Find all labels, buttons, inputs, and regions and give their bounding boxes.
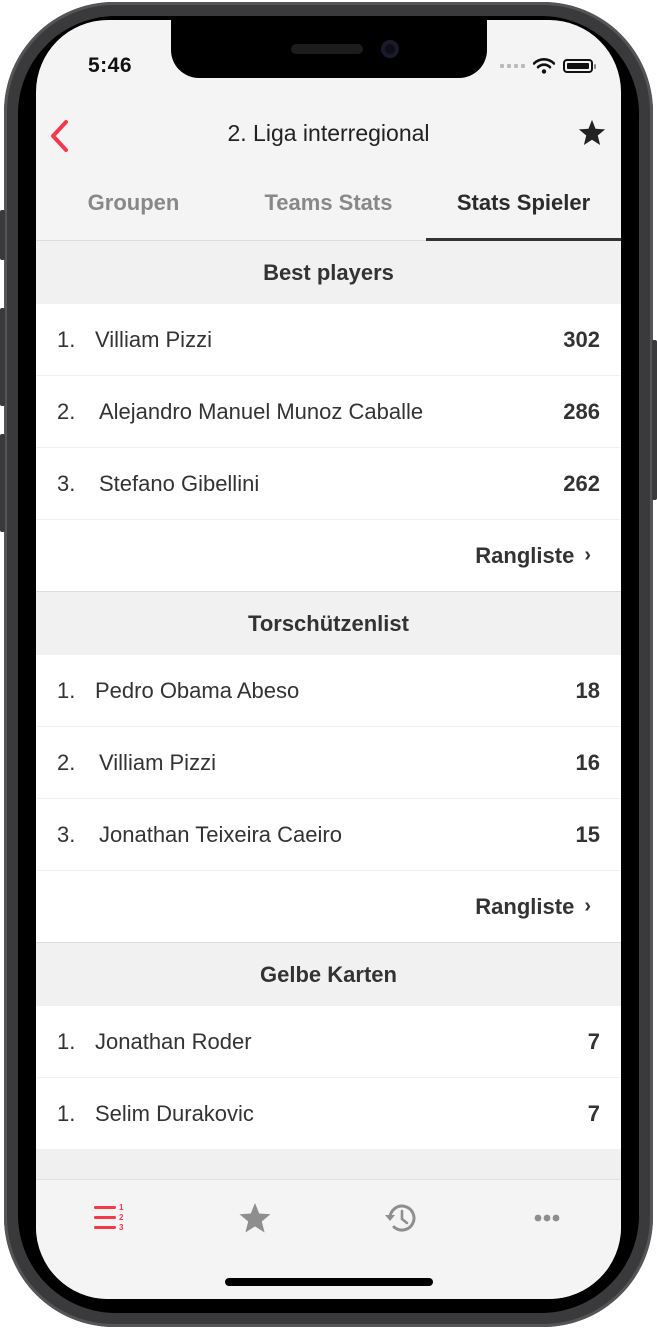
mute-switch bbox=[0, 210, 5, 260]
status-time: 5:46 bbox=[88, 54, 133, 77]
speaker bbox=[291, 44, 363, 54]
wifi-icon bbox=[533, 58, 555, 74]
svg-text:1: 1 bbox=[119, 1203, 124, 1212]
player-name: Villiam Pizzi bbox=[99, 749, 216, 775]
stats-list[interactable]: Best players 1. Villiam Pizzi 302 2. Ale… bbox=[36, 241, 621, 1179]
player-name: Selim Durakovic bbox=[95, 1100, 254, 1126]
rank: 3. bbox=[57, 470, 76, 496]
camera bbox=[381, 40, 399, 58]
navigation-bar: 2. Liga interregional bbox=[36, 100, 621, 172]
notch bbox=[171, 20, 487, 78]
list-item[interactable]: 3. Stefano Gibellini 262 bbox=[36, 448, 621, 520]
chevron-right-icon: › bbox=[584, 895, 591, 917]
list-item[interactable]: 1. Villiam Pizzi 302 bbox=[36, 304, 621, 376]
tab-teams-stats[interactable]: Teams Stats bbox=[231, 190, 426, 216]
svg-text:3: 3 bbox=[119, 1223, 124, 1232]
screen: 5:46 2. Liga interregional Groupen Teams… bbox=[36, 20, 621, 1299]
player-name: Jonathan Teixeira Caeiro bbox=[99, 821, 342, 847]
battery-icon bbox=[563, 59, 596, 73]
history-icon[interactable] bbox=[381, 1198, 421, 1238]
list-item[interactable]: 2. Villiam Pizzi 16 bbox=[36, 727, 621, 799]
ranking-list-icon[interactable]: 1 2 3 bbox=[89, 1198, 129, 1238]
section-gelbe-karten: Gelbe Karten 1. Jonathan Roder 7 1. Seli… bbox=[36, 943, 621, 1150]
stat-value: 262 bbox=[563, 470, 600, 496]
svg-text:2: 2 bbox=[119, 1213, 124, 1222]
player-name: Villiam Pizzi bbox=[95, 326, 212, 352]
list-item[interactable]: 2. Alejandro Manuel Munoz Caballe 286 bbox=[36, 376, 621, 448]
stat-value: 15 bbox=[575, 821, 600, 847]
volume-down-button bbox=[0, 434, 5, 532]
tab-stats-spieler[interactable]: Stats Spieler bbox=[426, 190, 621, 216]
rank: 1. bbox=[57, 677, 76, 703]
segment-tabs: Groupen Teams Stats Stats Spieler bbox=[36, 170, 621, 241]
bottom-tab-bar: 1 2 3 bbox=[36, 1179, 621, 1299]
section-header: Best players bbox=[36, 241, 621, 304]
rank: 1. bbox=[57, 326, 76, 352]
section-torschuetzenlist: Torschützenlist 1. Pedro Obama Abeso 18 … bbox=[36, 592, 621, 943]
rank: 3. bbox=[57, 821, 76, 847]
volume-up-button bbox=[0, 308, 5, 406]
stat-value: 18 bbox=[575, 677, 600, 703]
page-title: 2. Liga interregional bbox=[227, 120, 430, 146]
player-name: Stefano Gibellini bbox=[99, 470, 260, 496]
player-name: Pedro Obama Abeso bbox=[95, 677, 300, 703]
section-best-players: Best players 1. Villiam Pizzi 302 2. Ale… bbox=[36, 241, 621, 592]
section-header: Torschützenlist bbox=[36, 592, 621, 655]
player-name: Alejandro Manuel Munoz Caballe bbox=[99, 398, 424, 424]
stat-value: 286 bbox=[563, 398, 600, 424]
rangliste-label: Rangliste bbox=[475, 542, 575, 568]
rangliste-link[interactable]: Rangliste › bbox=[36, 871, 621, 943]
rank: 2. bbox=[57, 398, 76, 424]
power-button bbox=[652, 340, 657, 500]
rangliste-label: Rangliste bbox=[475, 893, 575, 919]
favorite-star-icon[interactable] bbox=[577, 118, 607, 148]
list-item[interactable]: 1. Selim Durakovic 7 bbox=[36, 1078, 621, 1150]
stat-value: 7 bbox=[587, 1028, 600, 1054]
list-item[interactable]: 3. Jonathan Teixeira Caeiro 15 bbox=[36, 799, 621, 871]
cellular-signal-icon bbox=[500, 64, 525, 68]
status-indicators bbox=[500, 58, 596, 74]
rank: 1. bbox=[57, 1100, 76, 1126]
tab-groupen[interactable]: Groupen bbox=[36, 190, 231, 216]
rank: 2. bbox=[57, 749, 76, 775]
rank: 1. bbox=[57, 1028, 76, 1054]
list-item[interactable]: 1. Pedro Obama Abeso 18 bbox=[36, 655, 621, 727]
stat-value: 7 bbox=[587, 1100, 600, 1126]
favorites-star-icon[interactable] bbox=[235, 1198, 275, 1238]
more-icon[interactable] bbox=[527, 1198, 567, 1238]
chevron-right-icon: › bbox=[584, 544, 591, 566]
player-name: Jonathan Roder bbox=[95, 1028, 252, 1054]
stat-value: 16 bbox=[575, 749, 600, 775]
section-header: Gelbe Karten bbox=[36, 943, 621, 1006]
home-indicator[interactable] bbox=[225, 1278, 433, 1286]
list-item[interactable]: 1. Jonathan Roder 7 bbox=[36, 1006, 621, 1078]
rangliste-link[interactable]: Rangliste › bbox=[36, 520, 621, 592]
stat-value: 302 bbox=[563, 326, 600, 352]
